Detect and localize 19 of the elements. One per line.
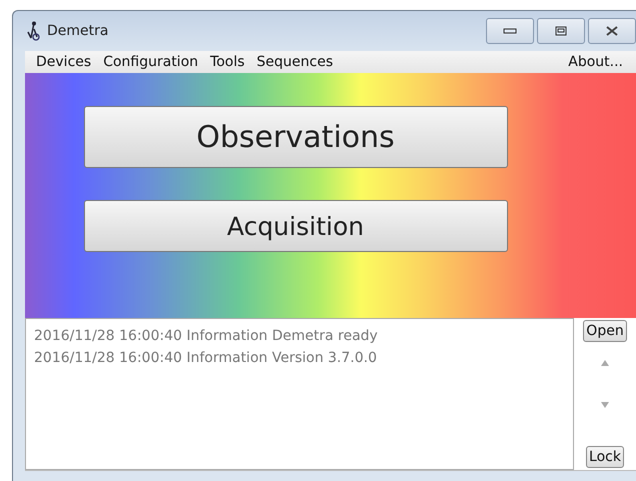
maximize-icon [555, 26, 567, 36]
menu-item[interactable]: Configuration [98, 54, 206, 70]
close-button[interactable] [588, 18, 636, 44]
action-button[interactable]: Acquisition [84, 200, 508, 252]
lock-button[interactable]: Lock [586, 446, 624, 468]
menu-item[interactable]: About... [563, 54, 630, 70]
menu-item[interactable]: Devices [31, 54, 98, 70]
log-line: 2016/11/28 16:00:40 Information Version 3.7.0.0 [34, 349, 378, 368]
app-logo-icon [25, 21, 41, 41]
maximize-button[interactable] [537, 18, 585, 44]
menu-item[interactable]: Tools [205, 54, 252, 70]
minimize-icon [503, 27, 517, 35]
window-title: Demetra [47, 23, 108, 39]
menu-item[interactable]: Sequences [252, 54, 340, 70]
open-button[interactable]: Open [583, 320, 627, 342]
close-icon [605, 26, 619, 36]
log-line: 2016/11/28 16:00:40 Information Demetra ready [34, 327, 379, 346]
action-button[interactable]: Observations [84, 106, 508, 168]
minimize-button[interactable] [486, 18, 534, 44]
